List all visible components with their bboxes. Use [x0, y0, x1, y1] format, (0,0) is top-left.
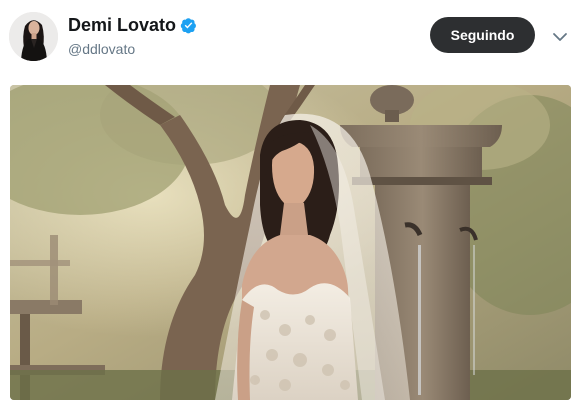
avatar[interactable] [9, 12, 58, 61]
bride-photo-illustration [10, 85, 571, 400]
verified-badge-icon [180, 17, 197, 34]
tweet-card: Demi Lovato @ddlovato Seguindo [0, 0, 585, 409]
following-button[interactable]: Seguindo [430, 17, 535, 53]
chevron-down-icon[interactable] [550, 27, 570, 47]
author-handle[interactable]: @ddlovato [68, 40, 135, 58]
author-name-row[interactable]: Demi Lovato [68, 14, 197, 36]
author-display-name[interactable]: Demi Lovato [68, 14, 176, 36]
tweet-photo[interactable] [10, 85, 571, 400]
profile-avatar-image [9, 12, 58, 61]
